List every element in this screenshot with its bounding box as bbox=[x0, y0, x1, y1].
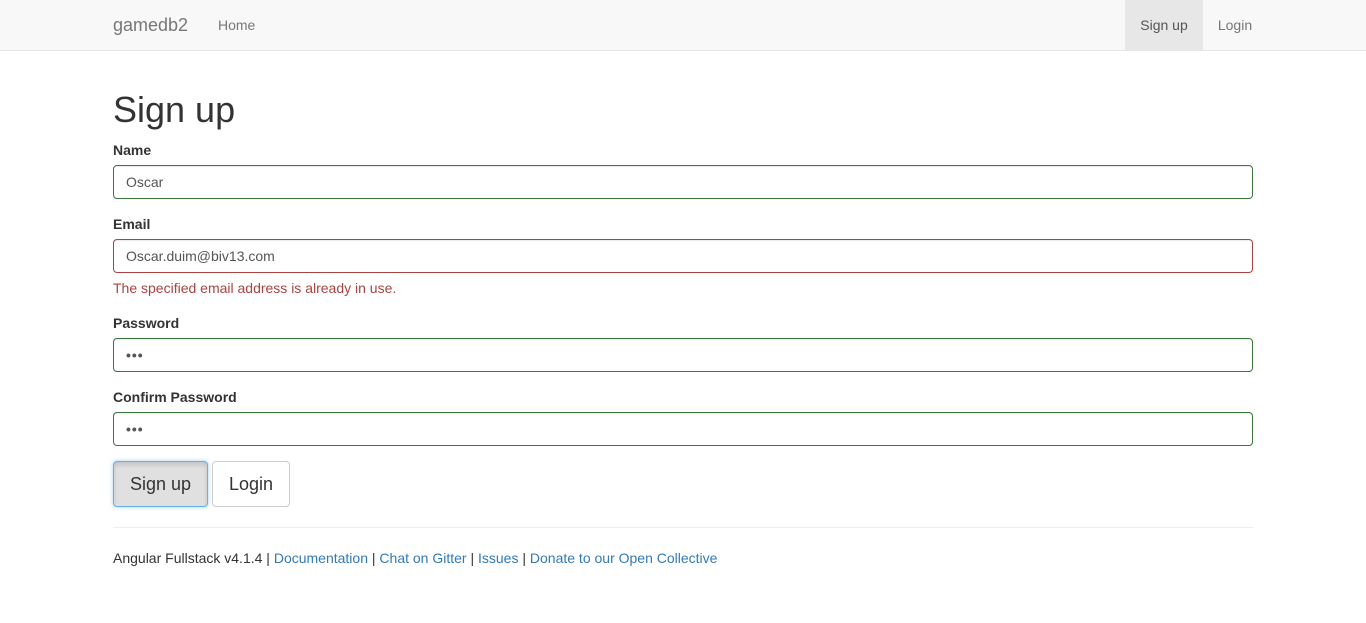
name-field[interactable]: Oscar bbox=[113, 165, 1253, 199]
footer-separator: | bbox=[266, 550, 270, 566]
footer-separator: | bbox=[371, 550, 376, 566]
password-label: Password bbox=[113, 315, 180, 331]
footer-separator: | bbox=[470, 550, 475, 566]
page-title: Sign up bbox=[113, 89, 236, 130]
email-field[interactable]: Oscar.duim@biv13.com bbox=[113, 239, 1253, 273]
footer-separator: | bbox=[522, 550, 526, 566]
footer-version: Angular Fullstack v4.1.4 bbox=[113, 550, 263, 566]
footer-chat-link[interactable]: Chat on Gitter bbox=[379, 550, 466, 566]
footer-documentation-link[interactable]: Documentation bbox=[274, 550, 368, 566]
confirm-password-label: Confirm Password bbox=[113, 389, 237, 405]
name-label: Name bbox=[113, 142, 152, 158]
nav-login[interactable]: Login bbox=[1203, 0, 1267, 50]
password-field[interactable]: ••• bbox=[113, 338, 1253, 372]
navbar: gamedb2 Home Sign up Login bbox=[0, 0, 1366, 51]
confirm-password-field[interactable]: ••• bbox=[113, 412, 1253, 446]
signup-button[interactable]: Sign up bbox=[113, 461, 208, 507]
login-button[interactable]: Login bbox=[212, 461, 290, 507]
footer-donate-link[interactable]: Donate to our Open Collective bbox=[530, 550, 718, 566]
footer: Angular Fullstack v4.1.4 | Documentation… bbox=[113, 548, 717, 568]
nav-signup[interactable]: Sign up bbox=[1125, 0, 1203, 50]
nav-home[interactable]: Home bbox=[218, 0, 255, 50]
email-error-message: The specified email address is already i… bbox=[113, 280, 397, 296]
footer-issues-link[interactable]: Issues bbox=[478, 550, 518, 566]
email-label: Email bbox=[113, 216, 151, 232]
footer-divider bbox=[113, 527, 1253, 528]
brand-link[interactable]: gamedb2 bbox=[113, 0, 188, 50]
